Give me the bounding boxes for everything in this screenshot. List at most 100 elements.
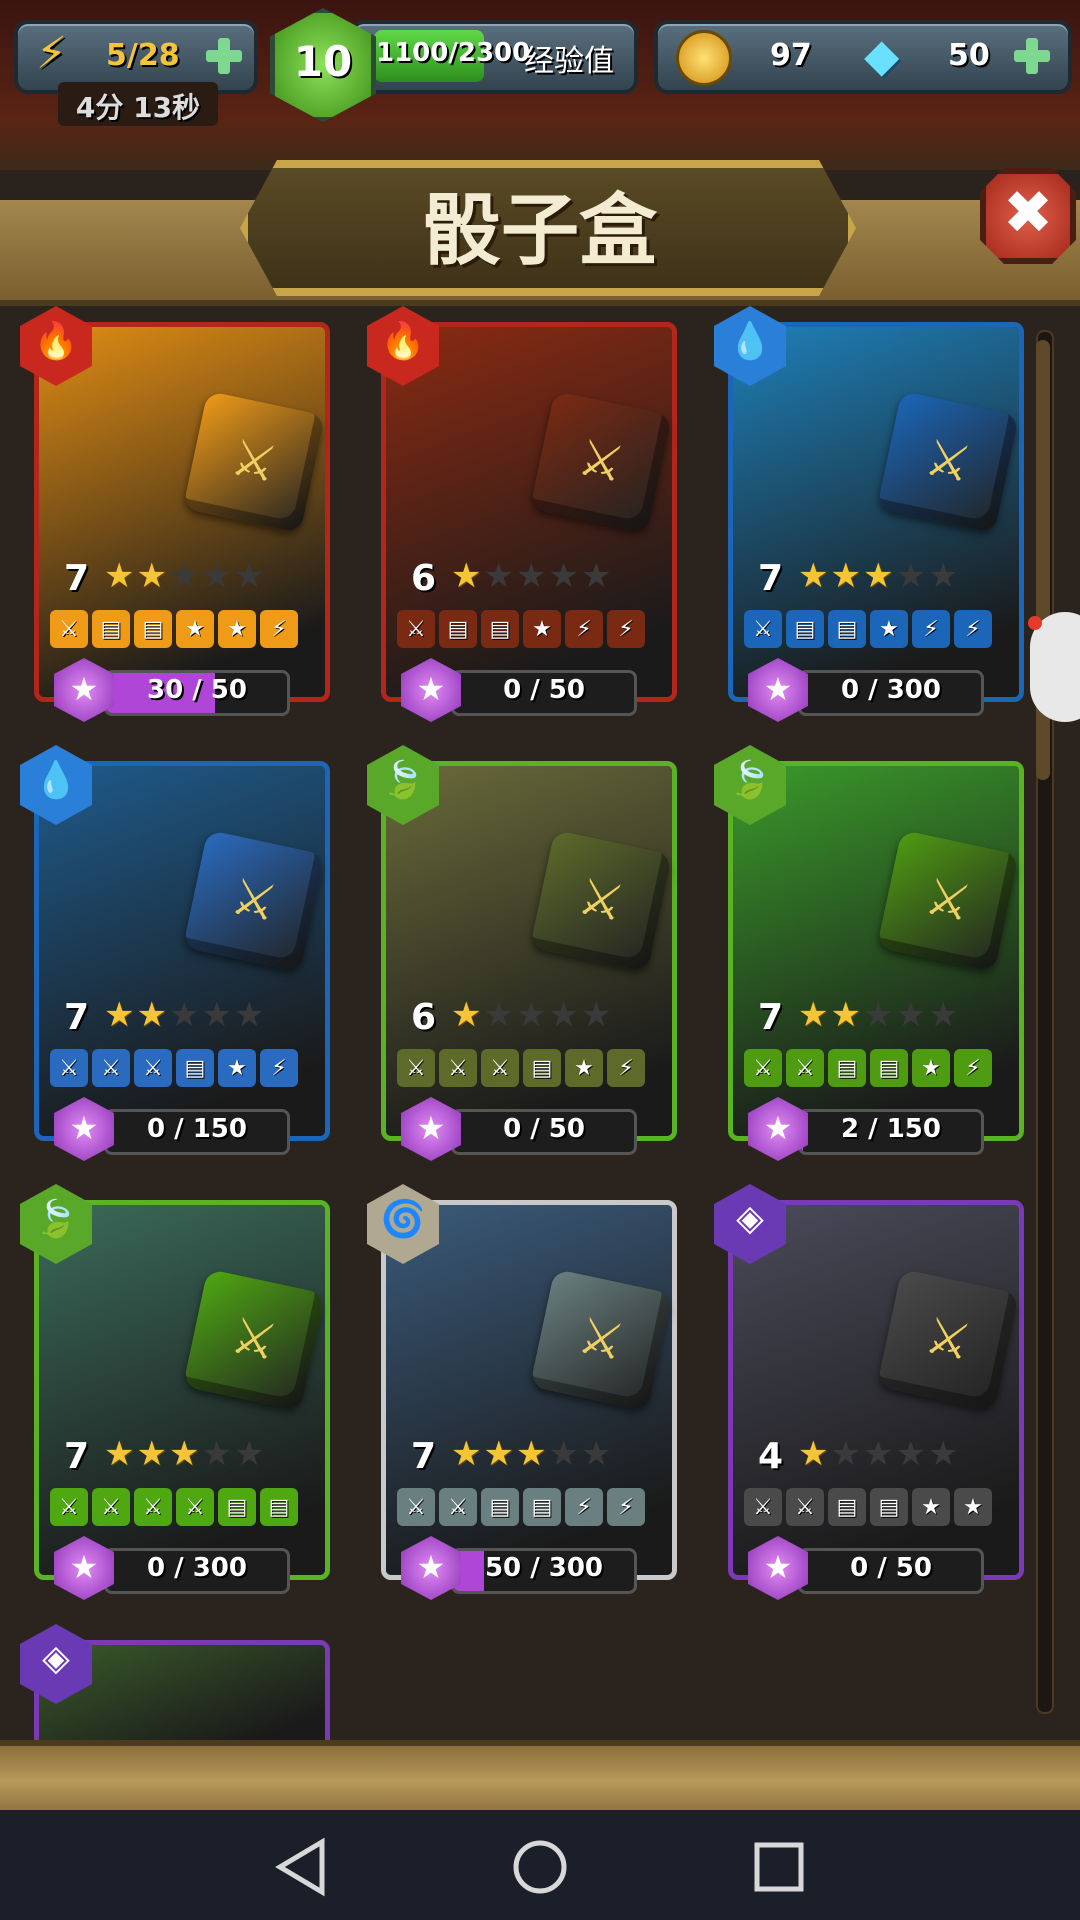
star-icon: ★ bbox=[927, 556, 961, 596]
star-icon: ★ bbox=[548, 995, 581, 1035]
dice-face-icon: ▤ bbox=[481, 610, 519, 648]
star-icon: ★ bbox=[168, 556, 202, 596]
dice-illustration: ⚔ bbox=[529, 390, 673, 534]
star-rating: ★★★★★ bbox=[451, 1434, 613, 1474]
dice-face-icon: ⚡ bbox=[954, 1049, 992, 1087]
add-gems-button[interactable] bbox=[1012, 36, 1052, 76]
dice-faces-row: ⚔ ▤ ▤ ★ ⚡ ⚡ bbox=[744, 610, 992, 648]
sword-icon: ⚔ bbox=[226, 427, 283, 495]
dice-face-icon: ⚡ bbox=[912, 610, 950, 648]
star-icon: ★ bbox=[201, 556, 234, 596]
dice-illustration: ⚔ bbox=[529, 829, 673, 973]
dice-face-icon: ⚡ bbox=[607, 1049, 645, 1087]
dice-face-icon: ▤ bbox=[92, 610, 130, 648]
star-icon: ★ bbox=[830, 995, 863, 1035]
star-icon: ★ bbox=[895, 556, 928, 596]
dice-face-icon: ⚔ bbox=[176, 1488, 214, 1526]
dice-level: 7 bbox=[411, 1436, 437, 1477]
progress-text: 50 / 300 bbox=[484, 1553, 604, 1583]
progress-text: 0 / 50 bbox=[850, 1553, 932, 1583]
element-glyph: 🍃 bbox=[33, 1199, 79, 1240]
element-glyph: 🔥 bbox=[380, 321, 426, 362]
player-level: 10 bbox=[293, 37, 353, 86]
dice-illustration: ⚔ bbox=[182, 1268, 326, 1412]
sword-icon: ⚔ bbox=[573, 866, 630, 934]
star-icon: ★ bbox=[548, 1434, 581, 1474]
dice-faces-row: ⚔ ⚔ ▤ ▤ ★ ★ bbox=[744, 1488, 992, 1526]
add-energy-button[interactable] bbox=[204, 36, 244, 76]
dice-face-icon: ★ bbox=[912, 1488, 950, 1526]
progress-text: 0 / 300 bbox=[147, 1553, 247, 1583]
progress-text: 30 / 50 bbox=[147, 675, 247, 705]
dice-level: 6 bbox=[411, 997, 437, 1038]
close-icon: ✖ bbox=[1002, 178, 1054, 248]
sword-icon: ⚔ bbox=[226, 866, 283, 934]
star-icon: ★ bbox=[580, 556, 614, 596]
star-icon: ★ bbox=[104, 995, 137, 1035]
dice-face-icon: ▤ bbox=[523, 1049, 561, 1087]
dice-illustration: ⚔ bbox=[876, 829, 1020, 973]
element-glyph: 🌀 bbox=[380, 1199, 426, 1240]
star-icon: ★ bbox=[136, 1434, 169, 1474]
star-icon: ★ bbox=[201, 1434, 234, 1474]
energy-count: 5/28 bbox=[106, 38, 180, 73]
star-icon: ★ bbox=[104, 556, 137, 596]
upgrade-progress-bar: 0 / 50 bbox=[798, 1548, 984, 1594]
upgrade-progress-bar: 30 / 50 bbox=[104, 670, 290, 716]
notification-dot bbox=[1028, 616, 1042, 630]
sword-icon: ⚔ bbox=[920, 427, 977, 495]
home-icon[interactable] bbox=[505, 1832, 575, 1902]
dice-face-icon: ⚔ bbox=[786, 1049, 824, 1087]
star-rating: ★★★★★ bbox=[798, 556, 960, 596]
back-icon[interactable] bbox=[266, 1832, 336, 1902]
star-icon: ★ bbox=[862, 1434, 896, 1474]
star-icon: ★ bbox=[201, 995, 234, 1035]
dice-face-icon: ▤ bbox=[828, 1049, 866, 1087]
star-icon: ★ bbox=[798, 1434, 831, 1474]
star-icon: ★ bbox=[927, 1434, 961, 1474]
star-icon: ★ bbox=[515, 556, 549, 596]
dice-face-icon: ▤ bbox=[134, 610, 172, 648]
upgrade-progress-bar: 0 / 50 bbox=[451, 1109, 637, 1155]
star-icon: ★ bbox=[451, 995, 484, 1035]
dice-face-icon: ⚔ bbox=[50, 1049, 88, 1087]
dice-faces-row: ⚔ ▤ ▤ ★ ⚡ ⚡ bbox=[397, 610, 645, 648]
dice-face-icon: ▤ bbox=[786, 610, 824, 648]
dice-level: 7 bbox=[64, 997, 90, 1038]
progress-text: 0 / 50 bbox=[503, 675, 585, 705]
star-icon: ★ bbox=[798, 556, 831, 596]
dice-face-icon: ▤ bbox=[481, 1488, 519, 1526]
dice-face-icon: ★ bbox=[870, 610, 908, 648]
star-rating: ★★★★★ bbox=[104, 556, 266, 596]
star-icon: ★ bbox=[168, 1434, 202, 1474]
coin-icon bbox=[676, 30, 732, 86]
dice-face-icon: ▤ bbox=[870, 1488, 908, 1526]
sword-icon: ⚔ bbox=[573, 1305, 630, 1373]
dice-faces-row: ⚔ ⚔ ⚔ ▤ ★ ⚡ bbox=[50, 1049, 298, 1087]
star-icon: ★ bbox=[763, 670, 793, 708]
star-icon: ★ bbox=[416, 1548, 446, 1586]
dice-face-icon: ⚔ bbox=[481, 1049, 519, 1087]
progress-text: 0 / 150 bbox=[147, 1114, 247, 1144]
star-icon: ★ bbox=[862, 556, 896, 596]
star-icon: ★ bbox=[763, 1109, 793, 1147]
dice-level: 7 bbox=[758, 558, 784, 599]
star-icon: ★ bbox=[580, 995, 614, 1035]
sword-icon: ⚔ bbox=[920, 866, 977, 934]
star-icon: ★ bbox=[233, 1434, 267, 1474]
dice-face-icon: ⚔ bbox=[397, 1049, 435, 1087]
star-icon: ★ bbox=[136, 995, 169, 1035]
recents-icon[interactable] bbox=[744, 1832, 814, 1902]
dice-face-icon: ★ bbox=[912, 1049, 950, 1087]
star-rating: ★★★★★ bbox=[104, 995, 266, 1035]
upgrade-progress-bar: 0 / 300 bbox=[798, 670, 984, 716]
star-icon: ★ bbox=[862, 995, 896, 1035]
star-icon: ★ bbox=[483, 995, 516, 1035]
dice-illustration: ⚔ bbox=[182, 829, 326, 973]
dice-face-icon: ⚔ bbox=[744, 610, 782, 648]
close-button[interactable]: ✖ bbox=[980, 168, 1076, 264]
currency-pill: 97 ◆ 50 bbox=[654, 20, 1072, 94]
element-glyph: 🍃 bbox=[727, 760, 773, 801]
dice-face-icon: ⚔ bbox=[439, 1488, 477, 1526]
star-icon: ★ bbox=[548, 556, 581, 596]
